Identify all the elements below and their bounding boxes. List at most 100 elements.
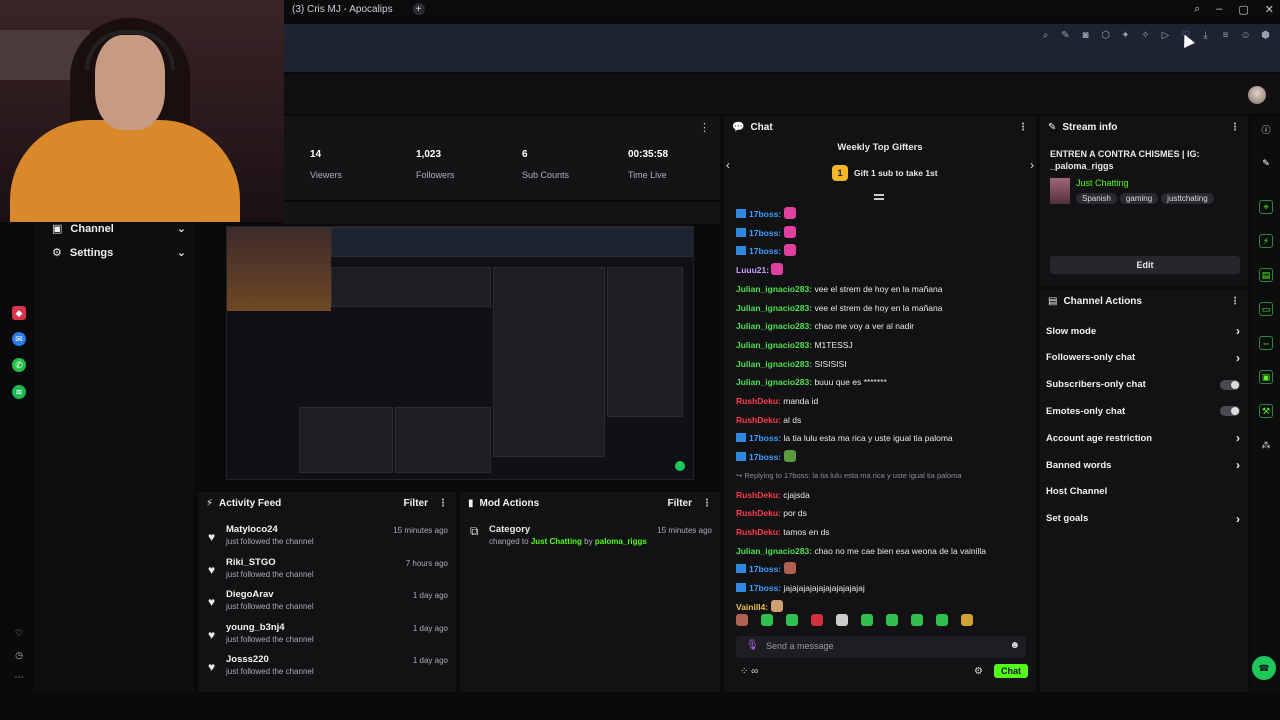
chevron-right-icon[interactable]: › [1030,158,1034,172]
chat-username[interactable]: Julian_ignacio283: [736,377,812,387]
chat-username[interactable]: RushDeku: [736,508,781,518]
chat-username[interactable]: Julian_ignacio283: [736,284,812,294]
sidebar-item-channel[interactable]: ▣ Channel ⌄ [52,222,186,236]
messenger-icon[interactable]: ✉ [12,332,26,346]
shield-icon[interactable]: ⬡ [1099,29,1112,42]
emote-icon[interactable] [861,614,873,626]
chat-username[interactable]: Luuu21: [736,265,769,275]
filter-button[interactable]: Filter [404,498,428,509]
chat-message[interactable]: Julian_ignacio283: vee el strem de hoy e… [736,301,1028,315]
infinity-icon[interactable]: ⁘ ∞ [740,666,758,677]
edit-icon[interactable]: ✎ [1059,29,1072,42]
wrench-icon[interactable]: ⚒ [1259,404,1273,418]
minimize-icon[interactable]: – [1216,3,1222,15]
link-icon[interactable]: ⇔ [1259,336,1273,350]
chat-message[interactable]: Julian_ignacio283: buuu que es ******* [736,375,1028,389]
list-item[interactable]: ♥ young_b3nj4 just followed the channel 1 d… [206,622,448,652]
chat-username[interactable]: 17boss: [749,452,781,462]
chat-message[interactable]: Julian_ignacio283: M1TESSJ [736,338,1028,352]
chat-message[interactable]: RushDeku: manda id [736,394,1028,408]
chat-username[interactable]: 17boss: [749,433,781,443]
app-icon[interactable]: ◆ [12,306,26,320]
browser-tab[interactable]: (3) Cris MJ - Apocalips + [284,0,433,18]
chat-message[interactable]: 17boss: [736,225,1028,240]
extension-icon[interactable]: ✦ [1119,29,1132,42]
chat-username[interactable]: RushDeku: [736,415,781,425]
new-tab-button[interactable]: + [412,3,425,15]
layout-icon[interactable]: ▣ [1259,370,1273,384]
chat-username[interactable]: 17boss: [749,209,781,219]
chat-username[interactable]: 17boss: [749,246,781,256]
send-chat-button[interactable]: Chat [994,664,1028,678]
chat-message[interactable]: 17boss: [736,562,1028,576]
chat-username[interactable]: RushDeku: [736,396,781,406]
close-icon[interactable]: ✕ [1265,3,1274,16]
chat-username[interactable]: RushDeku: [736,527,781,537]
play-icon[interactable]: ▷ [1159,29,1172,42]
chat-message[interactable]: 17boss: la tia lulu esta ma rica y uste … [736,431,1028,445]
kebab-menu-icon[interactable]: ⋮ [1230,122,1240,133]
gear-icon[interactable]: ⚙ [974,666,983,677]
list-item[interactable]: ♥ Matyloco24 just followed the channel 15 m… [206,524,448,554]
chat-message[interactable]: Luuu21: [736,263,1028,277]
emoji-icon[interactable]: ☻ [1009,640,1020,651]
zoom-icon[interactable]: ⌕ [1039,29,1052,42]
chat-message[interactable]: 17boss: jajajajajajajajajajajajaj [736,581,1028,595]
maximize-icon[interactable]: ▢ [1238,3,1248,16]
bolt-icon[interactable]: ⚡ [1259,234,1273,248]
stream-tag[interactable]: gaming [1119,193,1159,204]
channel-action-item[interactable]: Slow mode › [1046,323,1240,339]
chat-username[interactable]: Vainill4: [736,602,768,612]
mod-item-category[interactable]: Just Chatting [531,537,582,546]
emote-icon[interactable] [761,614,773,626]
cube-icon[interactable]: ⬢ [1259,29,1272,42]
drag-handle-icon[interactable] [874,194,884,200]
chat-message[interactable]: 17boss: [736,450,1028,464]
chat-message[interactable]: 17boss: [736,207,1028,221]
emote-icon[interactable] [811,614,823,626]
chat-username[interactable]: 17boss: [749,583,781,593]
history-icon[interactable]: ◷ [12,648,26,662]
chat-message[interactable]: RushDeku: tamos en ds [736,525,1028,539]
spotify-icon[interactable]: ≋ [12,385,26,399]
emote-icon[interactable] [736,614,748,626]
share-icon[interactable]: ⁂ [1259,438,1273,452]
channel-action-item[interactable]: Account age restriction › [1046,430,1240,446]
emote-icon[interactable] [786,614,798,626]
emote-icon[interactable] [911,614,923,626]
emote-icon[interactable] [936,614,948,626]
pencil-icon[interactable]: ✎ [1259,156,1273,170]
edit-button[interactable]: Edit [1050,256,1240,274]
camera-icon[interactable]: ◙ [1079,29,1092,42]
list-item[interactable]: ♥ Josss220 just followed the channel 1 day … [206,654,448,684]
chat-input[interactable]: 🎙 Send a message ☻ [736,636,1026,658]
chat-message[interactable]: Vainill4: [736,599,1028,614]
download-icon[interactable]: ⤓ [1199,29,1212,42]
chat-username[interactable]: RushDeku: [736,490,781,500]
list-item[interactable]: ♥ Riki_STGO just followed the channel 7 hou… [206,557,448,587]
chat-message[interactable]: RushDeku: al ds [736,413,1028,427]
stream-preview[interactable] [226,226,694,480]
channel-action-item[interactable]: Followers-only chat › [1046,350,1240,366]
chat-message[interactable]: RushDeku: por ds [736,506,1028,520]
chat-icon[interactable]: ▭ [1259,302,1273,316]
list-item[interactable]: ♥ DiegoArav just followed the channel 1 day… [206,589,448,619]
chat-message[interactable]: RushDeku: cjajsda [736,488,1028,502]
stream-tag[interactable]: justtchating [1161,193,1214,204]
channel-action-item[interactable]: Banned words › [1046,457,1240,473]
toggle-switch[interactable] [1220,406,1240,417]
stream-category[interactable]: Just Chatting [1076,178,1129,188]
menu-icon[interactable]: ≡ [1219,29,1232,42]
search-icon[interactable]: ⌕ [1194,3,1200,16]
profile-icon[interactable]: ☺ [1239,29,1252,42]
sparkle-icon[interactable]: ✧ [1139,29,1152,42]
gift-cta[interactable]: 1 Gift 1 sub to take 1st [832,165,938,181]
sidebar-item-settings[interactable]: ⚙ Settings ⌄ [52,246,186,260]
emote-icon[interactable] [836,614,848,626]
chat-username[interactable]: Julian_ignacio283: [736,321,812,331]
chat-username[interactable]: Julian_ignacio283: [736,359,812,369]
emote-icon[interactable] [886,614,898,626]
emote-icon[interactable] [961,614,973,626]
document-icon[interactable]: ▤ [1259,268,1273,282]
stream-tag[interactable]: Spanish [1076,193,1117,204]
